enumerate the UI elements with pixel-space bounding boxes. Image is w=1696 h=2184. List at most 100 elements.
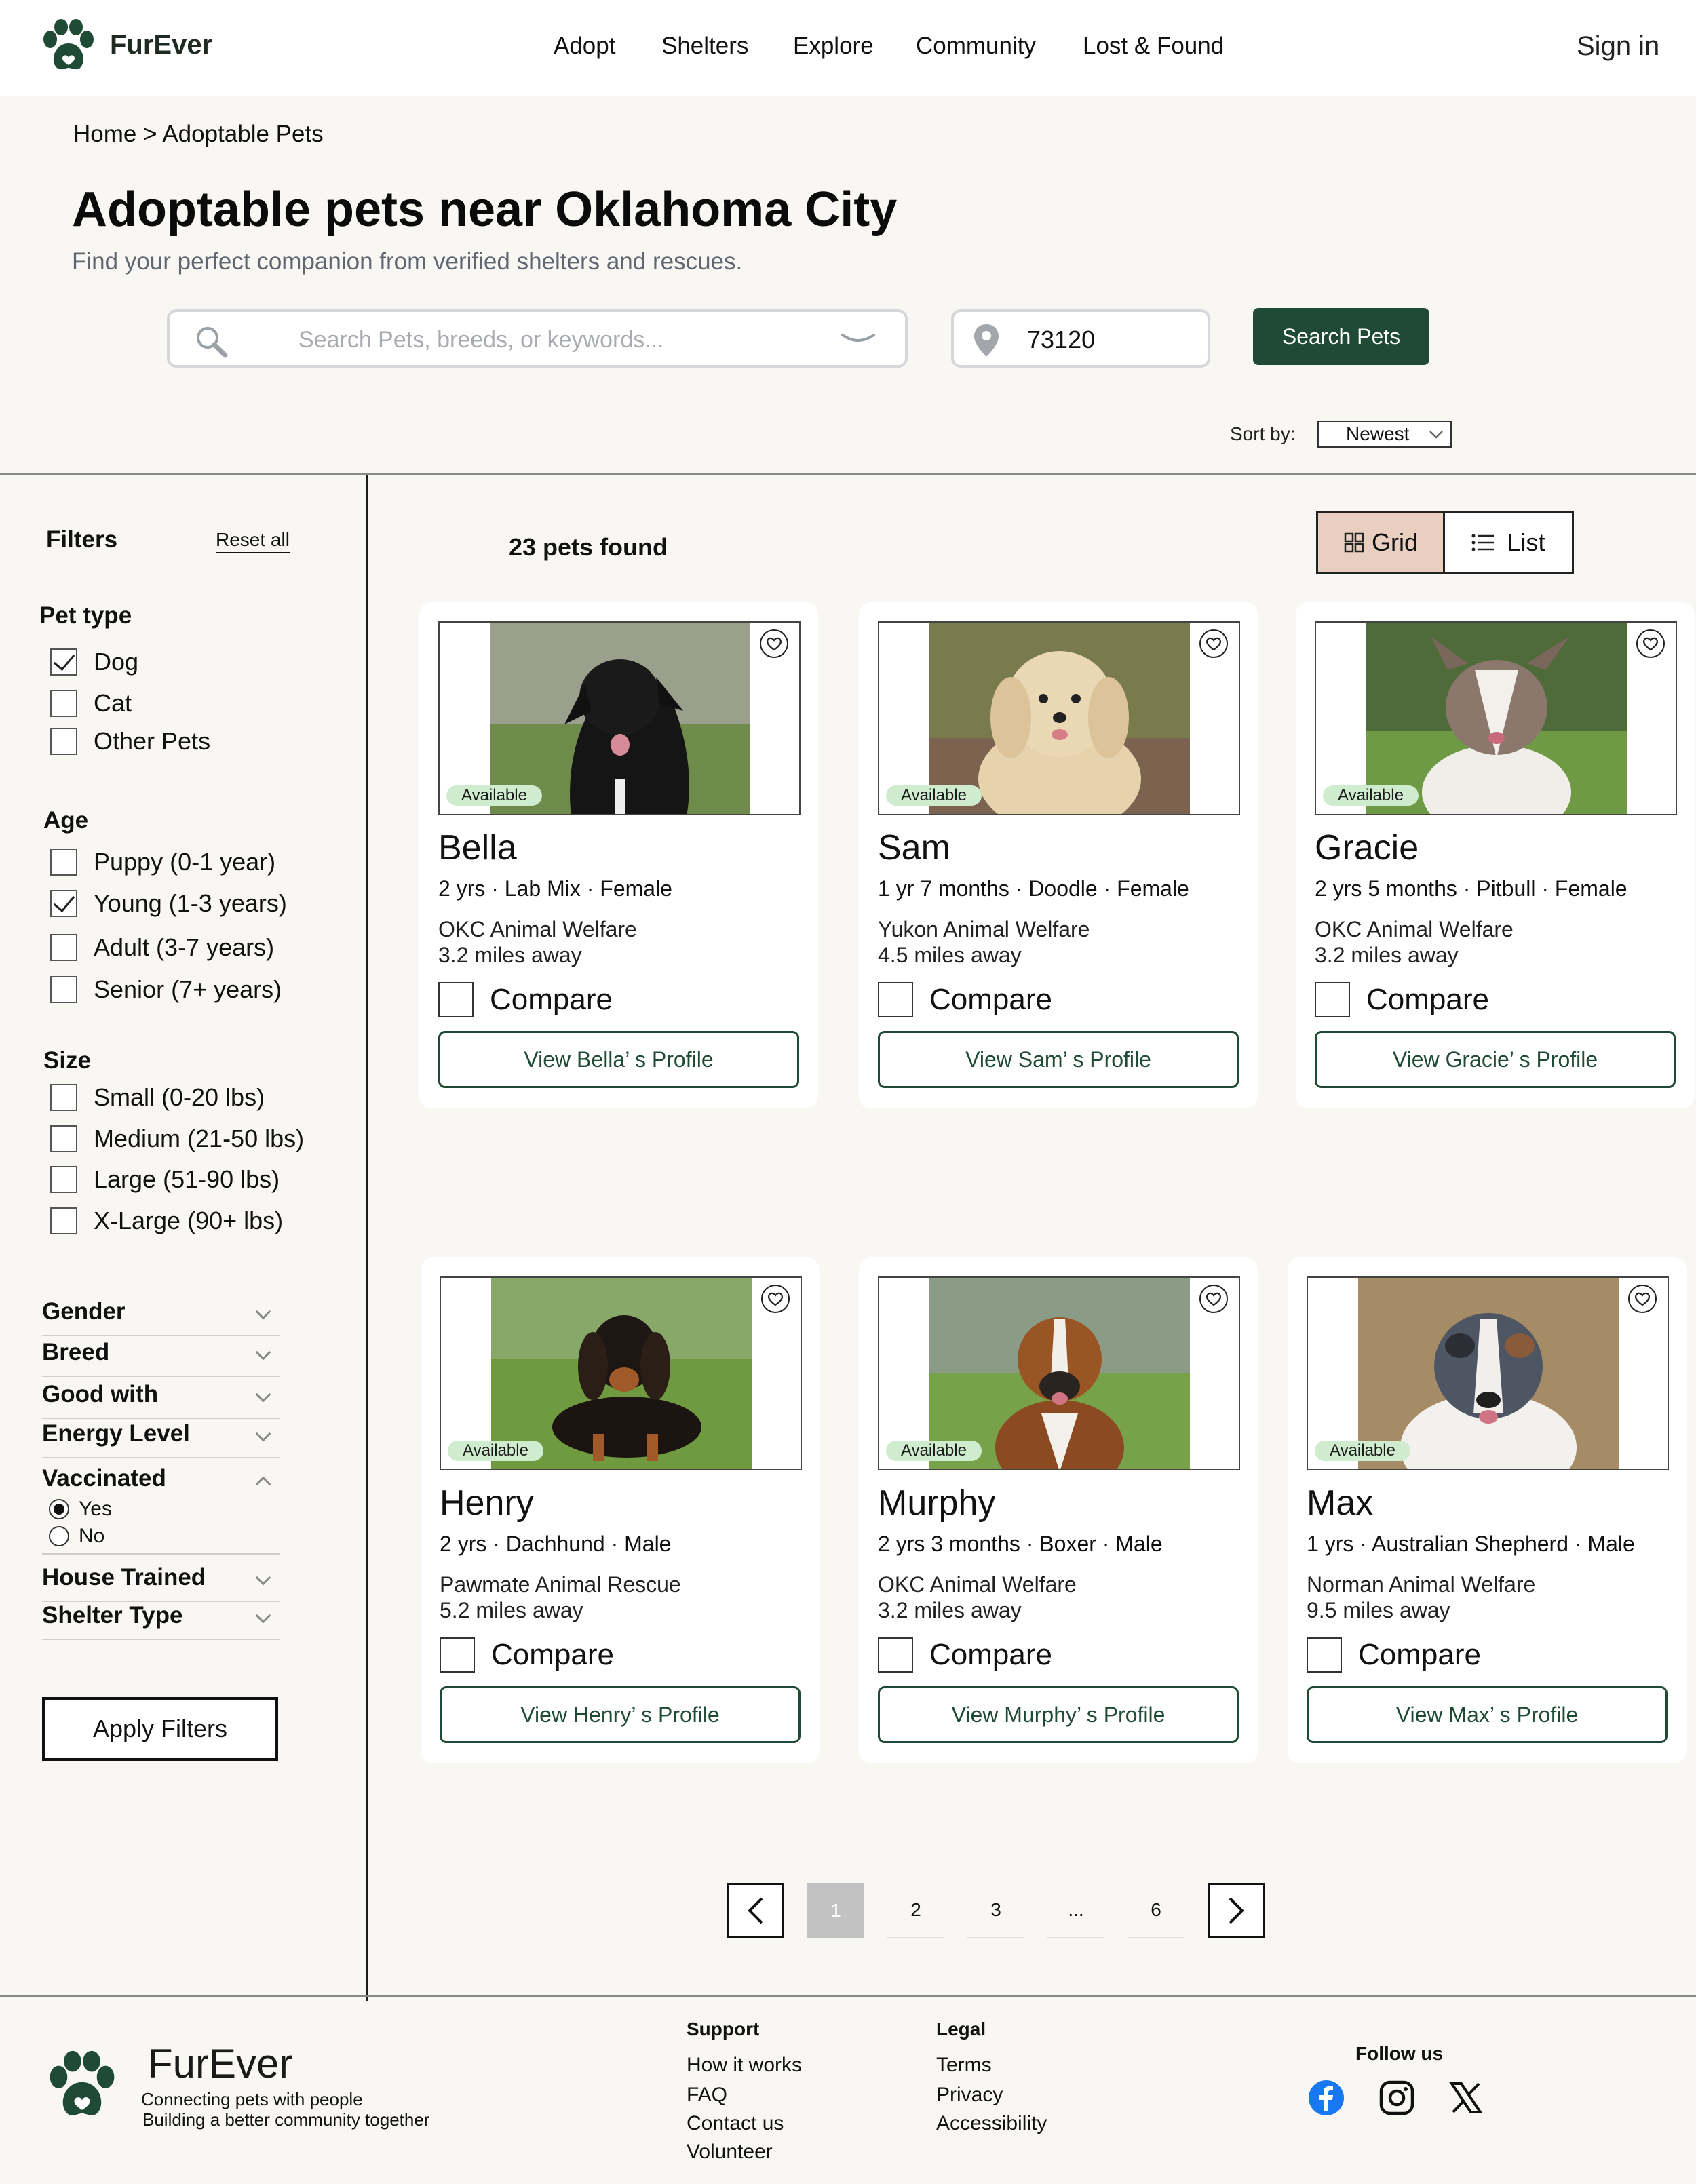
sign-in-link[interactable]: Sign in [1577, 31, 1659, 62]
pet-photo-frame[interactable]: Available [438, 621, 801, 815]
nav-shelters[interactable]: Shelters [661, 33, 748, 60]
filter-senior[interactable]: Senior (7+ years) [50, 975, 282, 1004]
favorite-heart-button[interactable] [1636, 629, 1665, 658]
prev-page-button[interactable] [727, 1883, 784, 1938]
checkbox[interactable] [50, 648, 77, 676]
zip-input[interactable]: 73120 [951, 309, 1210, 368]
checkbox[interactable] [878, 982, 913, 1017]
next-page-button[interactable] [1208, 1883, 1265, 1938]
footer-link-privacy[interactable]: Privacy [936, 2084, 1003, 2107]
checkbox[interactable] [50, 1084, 77, 1111]
view-profile-button[interactable]: View Henry’ s Profile [440, 1686, 801, 1743]
checkbox[interactable] [438, 982, 474, 1017]
nav-lost-found[interactable]: Lost & Found [1083, 33, 1224, 60]
accordion-energy-level[interactable]: Energy Level [42, 1420, 280, 1458]
compare-checkbox[interactable]: Compare [1315, 982, 1489, 1017]
brand-name[interactable]: FurEver [110, 30, 212, 60]
x-icon[interactable] [1449, 2081, 1483, 2115]
checkbox[interactable] [878, 1637, 913, 1673]
facebook-icon[interactable] [1308, 2080, 1345, 2116]
list-view-toggle[interactable]: List [1445, 511, 1574, 574]
footer-link-contact[interactable]: Contact us [687, 2112, 784, 2135]
radio[interactable] [49, 1499, 69, 1519]
view-profile-button[interactable]: View Bella’ s Profile [438, 1031, 799, 1088]
search-pets-button[interactable]: Search Pets [1253, 308, 1429, 365]
filter-large[interactable]: Large (51-90 lbs) [50, 1165, 280, 1194]
favorite-heart-button[interactable] [1199, 629, 1228, 658]
checkbox[interactable] [50, 934, 77, 961]
compare-checkbox[interactable]: Compare [878, 1637, 1052, 1673]
favorite-heart-button[interactable] [1199, 1285, 1228, 1313]
compare-checkbox[interactable]: Compare [878, 982, 1052, 1017]
filter-small[interactable]: Small (0-20 lbs) [50, 1083, 265, 1112]
accordion-vaccinated[interactable]: Vaccinated Yes No [42, 1465, 280, 1555]
compare-checkbox[interactable]: Compare [1307, 1637, 1481, 1673]
filter-young[interactable]: Young (1-3 years) [50, 889, 287, 918]
filter-x-large[interactable]: X-Large (90+ lbs) [50, 1207, 283, 1235]
page-3-button[interactable]: 3 [967, 1883, 1024, 1938]
favorite-heart-button[interactable] [761, 1285, 790, 1313]
footer-link-faq[interactable]: FAQ [687, 2084, 727, 2107]
checkbox[interactable] [440, 1637, 475, 1673]
checkbox[interactable] [50, 849, 77, 876]
checkbox[interactable] [1315, 982, 1350, 1017]
nav-explore[interactable]: Explore [793, 33, 874, 60]
checkbox[interactable] [50, 976, 77, 1003]
compare-checkbox[interactable]: Compare [438, 982, 613, 1017]
checkbox[interactable] [50, 890, 77, 917]
sort-select[interactable]: Newest [1317, 421, 1452, 448]
footer-link-terms[interactable]: Terms [936, 2054, 992, 2077]
pet-card-sam[interactable]: Available Sam 1 yr 7 months · Doodle · F… [859, 602, 1258, 1108]
checkbox[interactable] [1307, 1637, 1342, 1673]
view-profile-button[interactable]: View Max’ s Profile [1307, 1686, 1668, 1743]
reset-all-link[interactable]: Reset all [216, 529, 290, 553]
search-input[interactable]: Search Pets, breeds, or keywords... [167, 309, 908, 368]
accordion-good-with[interactable]: Good with [42, 1381, 280, 1419]
page-1-button[interactable]: 1 [807, 1883, 864, 1938]
pet-photo-frame[interactable]: Available [1307, 1276, 1669, 1470]
footer-link-how-it-works[interactable]: How it works [687, 2054, 802, 2077]
filter-other-pets[interactable]: Other Pets [50, 727, 210, 756]
pet-card-henry[interactable]: Available Henry 2 yrs · Dachhund · Male … [421, 1257, 820, 1763]
vaccinated-no[interactable]: No [49, 1525, 104, 1548]
nav-community[interactable]: Community [916, 33, 1036, 60]
pet-card-gracie[interactable]: Available Gracie 2 yrs 5 months · Pitbul… [1296, 602, 1695, 1108]
footer-link-volunteer[interactable]: Volunteer [687, 2141, 773, 2164]
pet-photo-frame[interactable]: Available [440, 1276, 802, 1470]
breadcrumb[interactable]: Home > Adoptable Pets [73, 121, 324, 148]
pet-photo-frame[interactable]: Available [878, 621, 1240, 815]
favorite-heart-button[interactable] [760, 629, 788, 658]
grid-view-toggle[interactable]: Grid [1316, 511, 1445, 574]
checkbox[interactable] [50, 1166, 77, 1193]
footer-link-accessibility[interactable]: Accessibility [936, 2112, 1047, 2135]
checkbox[interactable] [50, 1207, 77, 1234]
page-6-button[interactable]: 6 [1128, 1883, 1184, 1938]
pet-card-murphy[interactable]: Available Murphy 2 yrs 3 months · Boxer … [859, 1257, 1258, 1763]
checkbox[interactable] [50, 1125, 77, 1152]
view-profile-button[interactable]: View Gracie’ s Profile [1315, 1031, 1676, 1088]
vaccinated-yes[interactable]: Yes [49, 1498, 112, 1521]
filter-adult[interactable]: Adult (3-7 years) [50, 933, 274, 962]
pet-photo-frame[interactable]: Available [1315, 621, 1677, 815]
paw-logo-icon[interactable] [39, 19, 98, 73]
filter-dog[interactable]: Dog [50, 648, 138, 676]
filter-medium[interactable]: Medium (21-50 lbs) [50, 1125, 304, 1153]
filter-cat[interactable]: Cat [50, 689, 132, 718]
accordion-shelter-type[interactable]: Shelter Type [42, 1602, 280, 1640]
apply-filters-button[interactable]: Apply Filters [42, 1697, 278, 1761]
chevron-down-icon[interactable] [840, 332, 876, 346]
checkbox[interactable] [50, 728, 77, 755]
instagram-icon[interactable] [1379, 2080, 1415, 2116]
pet-card-bella[interactable]: Available Bella 2 yrs · Lab Mix · Female… [419, 602, 818, 1108]
accordion-house-trained[interactable]: House Trained [42, 1564, 280, 1602]
favorite-heart-button[interactable] [1628, 1285, 1657, 1313]
view-profile-button[interactable]: View Sam’ s Profile [878, 1031, 1239, 1088]
compare-checkbox[interactable]: Compare [440, 1637, 614, 1673]
view-profile-button[interactable]: View Murphy’ s Profile [878, 1686, 1239, 1743]
pet-photo-frame[interactable]: Available [878, 1276, 1240, 1470]
nav-adopt[interactable]: Adopt [554, 33, 615, 60]
pet-card-max[interactable]: Available Max 1 yrs · Australian Shepher… [1288, 1257, 1687, 1763]
paw-logo-icon[interactable] [45, 2048, 119, 2123]
page-2-button[interactable]: 2 [887, 1883, 944, 1938]
accordion-breed[interactable]: Breed [42, 1339, 280, 1377]
